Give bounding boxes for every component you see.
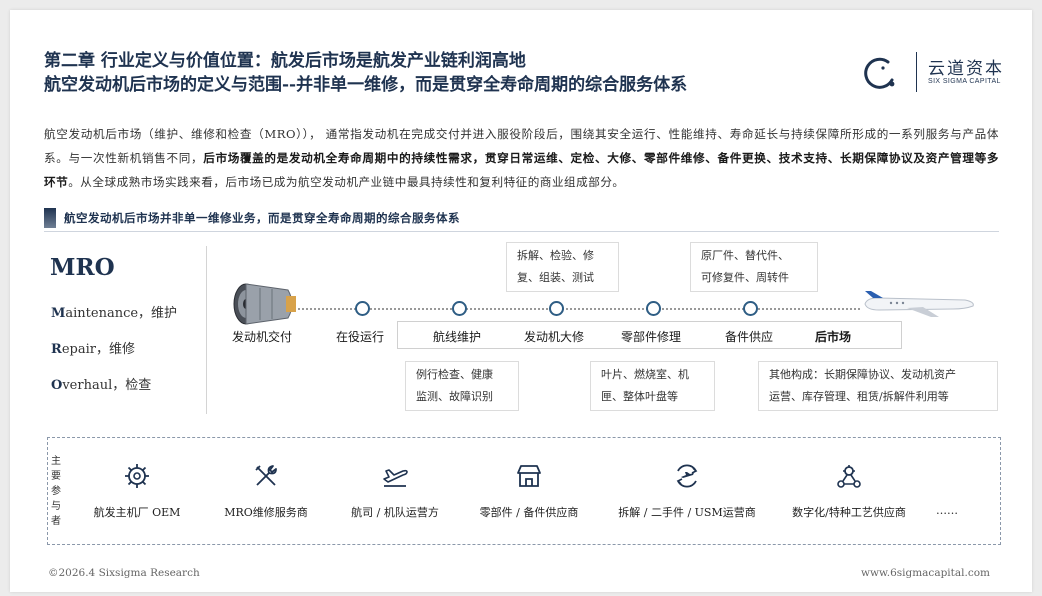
- note-line: 拆解、检验、修: [517, 249, 594, 262]
- note-parts-scope: 叶片、燃烧室、机 匣、整体叶盘等: [590, 361, 715, 411]
- note-line: 原厂件、替代件、: [701, 249, 789, 262]
- note-line: 叶片、燃烧室、机: [601, 368, 689, 381]
- mro-rest: verhaul，检查: [62, 378, 152, 393]
- section-title: 航空发动机后市场并非单一维修业务，而是贯穿全寿命周期的综合服务体系: [64, 211, 460, 225]
- logo-swirl-icon: [864, 57, 895, 89]
- participant-usm: 拆解 / 二手件 / USM运营商: [618, 506, 756, 519]
- footer-copyright: ©2026.4 Sixsigma Research: [48, 567, 200, 579]
- mro-rest: aintenance，维护: [65, 306, 178, 321]
- stage-aftermarket: 后市场: [815, 330, 852, 344]
- logo-text-en: SIX SIGMA CAPITAL: [928, 78, 1001, 85]
- mro-rest: epair，维修: [61, 342, 135, 357]
- engine-icon: [233, 283, 296, 325]
- stage-line-maintenance: 航线维护: [433, 330, 482, 344]
- lifecycle-timeline: [298, 308, 860, 310]
- note-line: 复、组装、测试: [517, 271, 594, 284]
- mro-item-overhaul: Overhaul，检查: [51, 374, 151, 393]
- logo-text-cn: 云道资本: [928, 59, 1004, 79]
- note-overhaul-scope: 拆解、检验、修 复、组装、测试: [506, 242, 619, 292]
- engine-gear-icon: [125, 464, 149, 488]
- stage-spares-supply: 备件供应: [725, 330, 774, 344]
- footer-website[interactable]: www.6sigmacapital.com: [861, 567, 990, 579]
- store-icon: [517, 465, 541, 487]
- note-line: 例行检查、健康: [416, 368, 493, 381]
- participant-oem: 航发主机厂 OEM: [93, 506, 181, 519]
- note-spares-scope: 原厂件、替代件、 可修复件、周转件: [690, 242, 818, 292]
- stage-engine-delivery: 发动机交付: [232, 330, 293, 344]
- note-line: 可修复件、周转件: [701, 271, 789, 284]
- timeline-node: [743, 301, 758, 316]
- vertical-divider: [206, 246, 207, 414]
- mro-cap: M: [51, 306, 66, 321]
- mro-item-repair: Repair，维修: [51, 338, 135, 357]
- participant-parts-supplier: 零部件 / 备件供应商: [479, 506, 579, 519]
- timeline-node: [646, 301, 661, 316]
- participant-mro: MRO维修服务商: [224, 506, 308, 519]
- recycle-plane-icon: [676, 464, 698, 488]
- timeline-node: [452, 301, 467, 316]
- mro-title: MRO: [50, 254, 115, 281]
- slide-subtitle: 航空发动机后市场的定义与范围--并非单一维修，而是贯穿全寿命周期的综合服务体系: [44, 75, 688, 95]
- note-line: 监测、故障识别: [416, 390, 493, 403]
- stage-parts-repair: 零部件修理: [621, 330, 682, 344]
- stage-in-service: 在役运行: [336, 330, 385, 344]
- section-divider: [44, 231, 999, 232]
- slide: 第二章 行业定义与价值位置：航发后市场是航发产业链利润高地 航空发动机后市场的定…: [10, 10, 1032, 592]
- note-other-components: 其他构成：长期保障协议、发动机资产 运营、库存管理、租赁/拆解件利用等: [758, 361, 998, 411]
- note-line-maintenance-scope: 例行检查、健康 监测、故障识别: [405, 361, 519, 411]
- participants-panel: [47, 437, 1001, 545]
- mro-item-maintenance: Maintenance，维护: [51, 302, 177, 321]
- note-line: 匣、整体叶盘等: [601, 390, 678, 403]
- section-marker: [44, 208, 56, 228]
- intro-paragraph: 航空发动机后市场（维护、维修和检查（MRO））， 通常指发动机在完成交付并进入服…: [44, 122, 999, 194]
- tools-icon: [255, 465, 277, 486]
- airplane-icon: [864, 291, 974, 317]
- timeline-node: [355, 301, 370, 316]
- mro-cap: R: [51, 342, 62, 357]
- stage-engine-overhaul: 发动机大修: [524, 330, 585, 344]
- timeline-node: [549, 301, 564, 316]
- note-line: 运营、库存管理、租赁/拆解件利用等: [769, 390, 949, 403]
- plane-takeoff-icon: [383, 469, 408, 487]
- participant-digital: 数字化/特种工艺供应商: [792, 506, 906, 519]
- network-gear-icon: [837, 465, 861, 488]
- intro-part-3: 。从全球成熟市场实践来看，后市场已成为航空发动机产业链中最具持续性和复利特征的商…: [68, 175, 625, 189]
- chapter-title: 第二章 行业定义与价值位置：航发后市场是航发产业链利润高地: [44, 51, 526, 71]
- note-line: 其他构成：长期保障协议、发动机资产: [769, 368, 956, 381]
- participants-more: ……: [936, 504, 958, 517]
- logo-divider: [916, 52, 917, 92]
- participant-airline: 航司 / 机队运营方: [351, 506, 439, 519]
- mro-cap: O: [51, 378, 63, 393]
- participants-label: 主要参与者: [51, 456, 61, 527]
- company-logo: 云道资本 SIX SIGMA CAPITAL: [862, 48, 1012, 96]
